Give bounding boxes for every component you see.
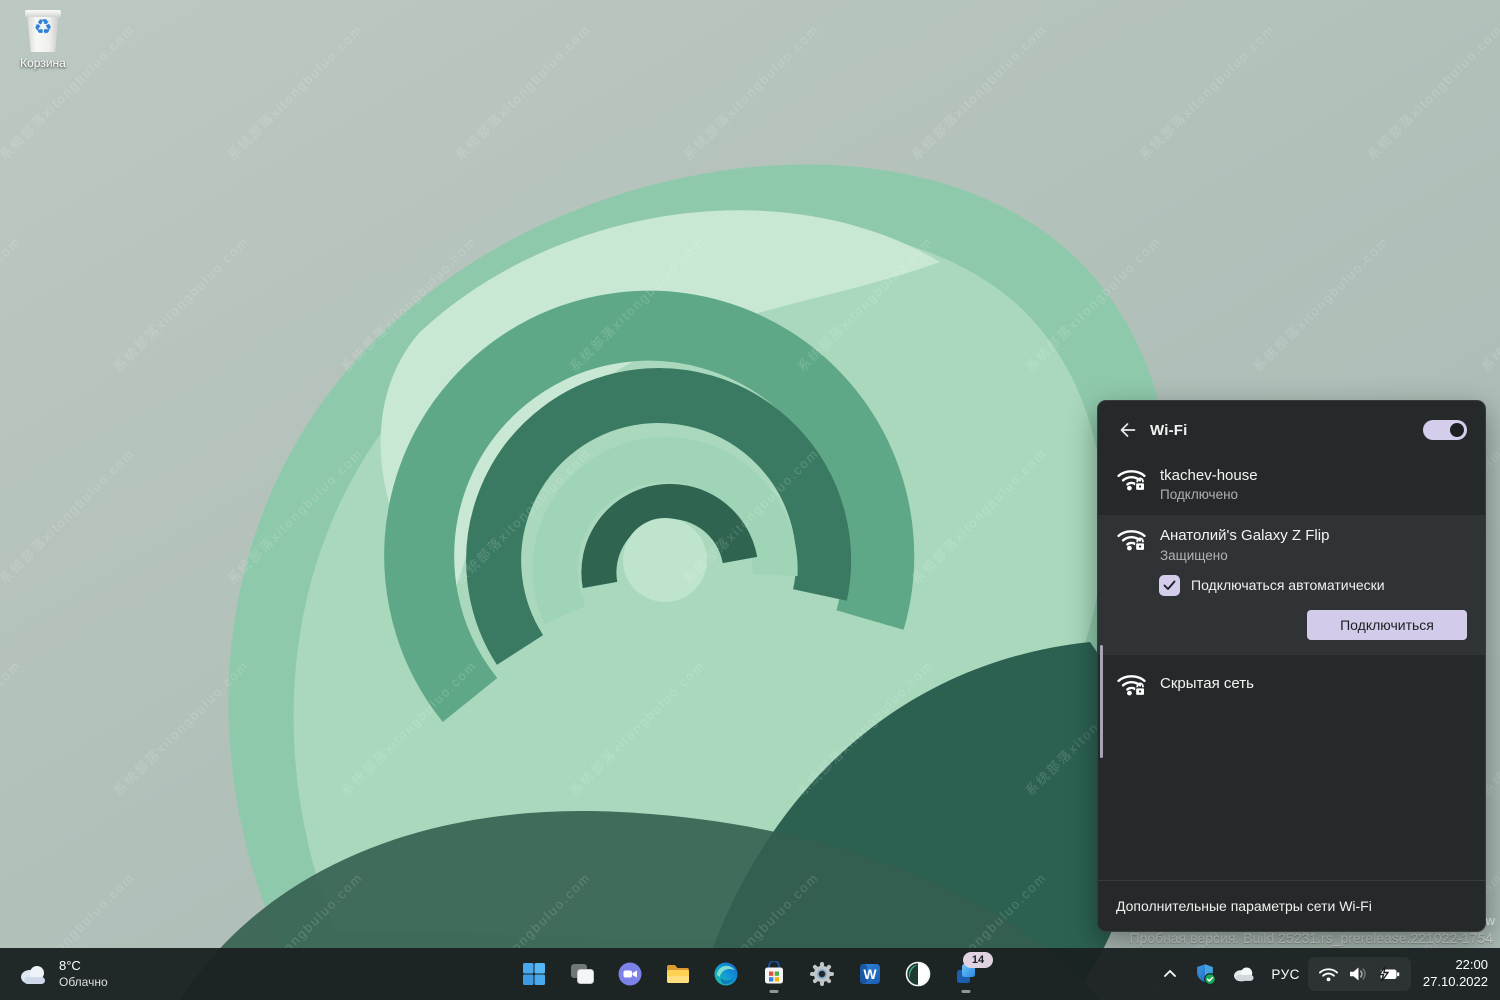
tray-overflow-button[interactable] (1155, 955, 1185, 993)
file-explorer-button[interactable] (658, 954, 698, 994)
build-watermark-fragment: w (1486, 913, 1495, 928)
clock[interactable]: 22:00 27.10.2022 (1413, 957, 1494, 991)
microsoft-store-icon (761, 961, 787, 987)
wifi-secured-icon (1116, 466, 1147, 493)
cloud-weather-icon (18, 963, 50, 985)
windows-logo-icon (521, 961, 547, 987)
running-indicator (962, 990, 971, 993)
wifi-toggle-knob (1450, 423, 1464, 437)
chat-button[interactable] (610, 954, 650, 994)
blue-squares-app-button[interactable]: 14 (946, 954, 986, 994)
wifi-secured-icon (1116, 671, 1147, 698)
task-view-icon (569, 961, 595, 987)
network-name: tkachev-house (1160, 466, 1258, 486)
desktop-screen: 系统部落xitongbuluo.com系统部落xitongbuluo.com系统… (0, 0, 1500, 1000)
half-circle-app-icon (905, 961, 931, 987)
taskbar: 8°C Облачно (0, 948, 1500, 1000)
edge-button[interactable] (706, 954, 746, 994)
wifi-flyout-panel: Wi-Fi tkachev-house Подключено (1097, 400, 1486, 932)
date-label: 27.10.2022 (1423, 974, 1488, 991)
auto-connect-checkbox[interactable] (1159, 575, 1180, 596)
start-button[interactable] (514, 954, 554, 994)
back-arrow-icon (1117, 420, 1137, 440)
recycle-bin-glyph: ♻ (23, 8, 63, 54)
wifi-tray-icon (1318, 966, 1339, 983)
word-button[interactable]: W (850, 954, 890, 994)
back-button[interactable] (1114, 417, 1140, 443)
running-indicator (770, 990, 779, 993)
network-item-connected[interactable]: tkachev-house Подключено (1098, 455, 1485, 515)
folder-icon (665, 961, 691, 987)
weather-temperature: 8°C (59, 958, 108, 974)
gear-icon (809, 961, 835, 987)
edge-browser-icon (713, 961, 739, 987)
network-row[interactable]: Анатолий's Galaxy Z Flip Защищено (1098, 515, 1485, 564)
chevron-up-icon (1161, 965, 1179, 983)
volume-icon (1348, 965, 1368, 983)
onedrive-tray-button[interactable] (1225, 955, 1263, 993)
settings-button[interactable] (802, 954, 842, 994)
wifi-secured-icon (1116, 526, 1147, 553)
auto-connect-label: Подключаться автоматически (1191, 577, 1385, 593)
notification-badge: 14 (963, 952, 993, 968)
store-button[interactable] (754, 954, 794, 994)
checkmark-icon (1163, 580, 1176, 591)
battery-charging-icon (1377, 965, 1401, 983)
language-indicator[interactable]: РУС (1265, 955, 1306, 993)
svg-text:W: W (863, 966, 877, 982)
build-watermark: Пробная версия. Build 25231.rs_prereleas… (1129, 930, 1493, 946)
scrollbar-thumb[interactable] (1100, 645, 1103, 758)
task-view-button[interactable] (562, 954, 602, 994)
network-status: Подключено (1160, 486, 1258, 504)
weather-widget[interactable]: 8°C Облачно (10, 948, 116, 1000)
wifi-toggle[interactable] (1423, 420, 1467, 440)
network-name: Скрытая сеть (1160, 674, 1254, 694)
contrast-app-button[interactable] (898, 954, 938, 994)
time-label: 22:00 (1423, 957, 1488, 974)
weather-condition: Облачно (59, 975, 108, 990)
network-volume-battery-group[interactable] (1308, 957, 1411, 991)
language-label: РУС (1271, 967, 1300, 982)
taskbar-pinned-apps: W 14 (514, 954, 986, 994)
chat-video-icon (617, 961, 643, 987)
word-icon: W (857, 961, 883, 987)
recycle-arrows-icon: ♻ (23, 17, 63, 38)
windows-security-tray-button[interactable] (1187, 955, 1223, 993)
wifi-panel-title: Wi-Fi (1150, 422, 1188, 439)
security-shield-icon (1193, 962, 1217, 986)
connect-button[interactable]: Подключиться (1307, 610, 1467, 640)
more-wifi-settings-link[interactable]: Дополнительные параметры сети Wi-Fi (1098, 880, 1485, 931)
network-name: Анатолий's Galaxy Z Flip (1160, 526, 1329, 546)
auto-connect-row[interactable]: Подключаться автоматически (1159, 575, 1467, 596)
network-item-selected[interactable]: Анатолий's Galaxy Z Flip Защищено Подклю… (1098, 515, 1485, 654)
recycle-bin-icon[interactable]: ♻ Корзина (12, 8, 74, 70)
onedrive-cloud-icon (1231, 964, 1257, 984)
recycle-bin-label: Корзина (12, 56, 74, 70)
wifi-panel-header: Wi-Fi (1098, 401, 1485, 455)
network-status: Защищено (1160, 547, 1329, 565)
network-item-hidden[interactable]: Скрытая сеть (1098, 655, 1485, 714)
system-tray: РУС (1155, 948, 1494, 1000)
